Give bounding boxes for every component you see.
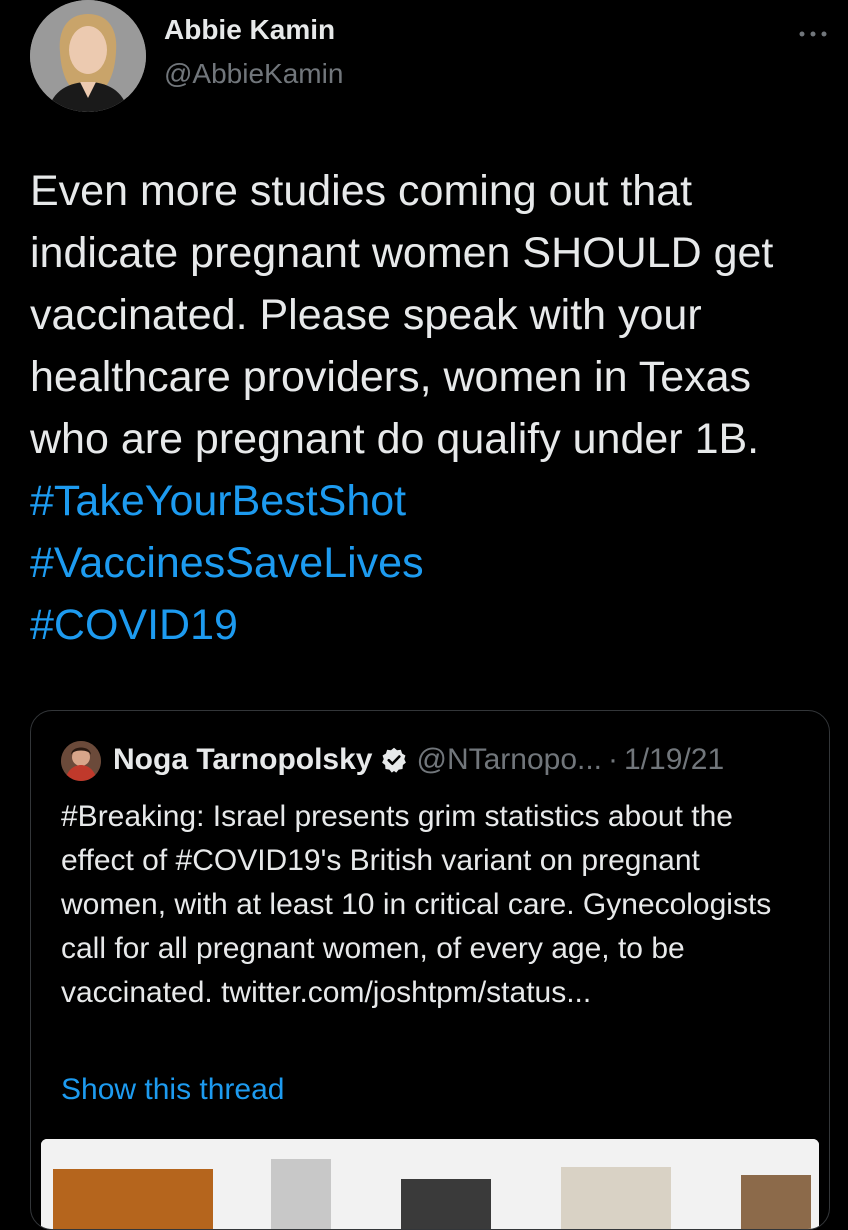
tweet-text: Even more studies coming out that indica… bbox=[30, 160, 820, 656]
author-handle[interactable]: @AbbieKamin bbox=[164, 58, 343, 90]
quoted-tweet-card[interactable]: Noga Tarnopolsky @NTarnopo... · 1/19/21 … bbox=[30, 710, 830, 1230]
quoted-tweet-date[interactable]: 1/19/21 bbox=[624, 743, 724, 777]
hashtag-link[interactable]: #VaccinesSaveLives bbox=[30, 539, 424, 587]
more-dots-icon[interactable] bbox=[798, 18, 828, 44]
tweet-text-plain: Even more studies coming out that indica… bbox=[30, 167, 774, 463]
hashtag-link[interactable]: #COVID19 bbox=[30, 601, 238, 649]
quoted-tweet-header: Noga Tarnopolsky @NTarnopo... · 1/19/21 bbox=[113, 743, 724, 777]
author-name[interactable]: Abbie Kamin bbox=[164, 14, 335, 46]
quoted-media-image[interactable] bbox=[41, 1139, 819, 1229]
verified-badge-icon bbox=[380, 746, 408, 774]
show-thread-link[interactable]: Show this thread bbox=[61, 1073, 284, 1107]
quoted-author-handle[interactable]: @NTarnopo... bbox=[416, 743, 602, 777]
hashtag-link[interactable]: #TakeYourBestShot bbox=[30, 477, 406, 525]
quoted-author-avatar[interactable] bbox=[61, 741, 101, 781]
quoted-author-name[interactable]: Noga Tarnopolsky bbox=[113, 743, 372, 777]
quoted-tweet-text: #Breaking: Israel presents grim statisti… bbox=[61, 800, 772, 1009]
author-avatar[interactable] bbox=[30, 0, 146, 112]
header-separator: · bbox=[608, 743, 619, 776]
